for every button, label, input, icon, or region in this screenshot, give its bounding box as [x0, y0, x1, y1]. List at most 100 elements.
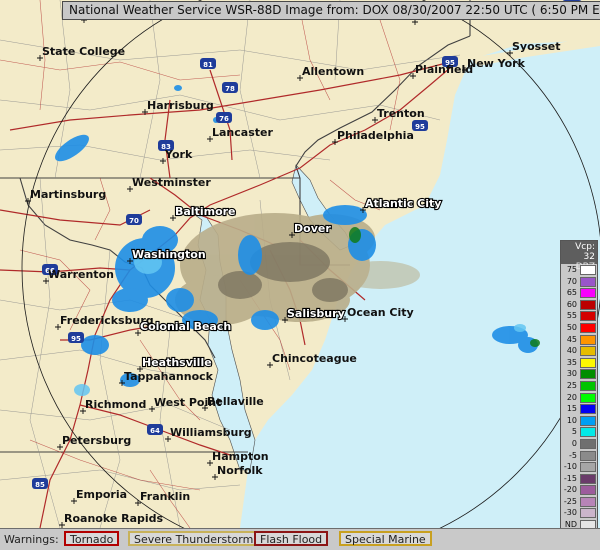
legend-color-swatch	[580, 427, 596, 438]
legend-header: Vcp: 32 DBZ	[561, 241, 597, 272]
legend-color-swatch	[580, 496, 596, 507]
city-label: Westminster	[132, 176, 211, 189]
legend-row: 75	[561, 264, 597, 276]
legend-row: -25	[561, 496, 597, 508]
legend-color-swatch	[580, 369, 596, 380]
legend-level-label: -10	[563, 462, 577, 472]
city-label: Petersburg	[62, 434, 131, 447]
legend-color-swatch	[580, 473, 596, 484]
highway-shield-label: 95	[71, 335, 81, 343]
city-label: Washington	[132, 248, 206, 261]
legend-level-label: 50	[566, 322, 577, 332]
city-label: Colonial Beach	[140, 320, 231, 333]
legend-color-swatch	[580, 322, 596, 333]
legend-level-label: 55	[566, 311, 577, 321]
legend-level-label: -20	[563, 485, 577, 495]
legend-color-swatch	[580, 392, 596, 403]
legend-row: -30	[561, 507, 597, 519]
legend-color-swatch	[580, 485, 596, 496]
city-label: Martinsburg	[30, 188, 106, 201]
legend-level-label: 0	[571, 438, 577, 448]
legend-level-label: 40	[566, 346, 577, 356]
city-label: Hampton	[212, 450, 269, 463]
legend-row: 30	[561, 368, 597, 380]
city-label: State College	[42, 45, 125, 58]
legend-color-swatch	[580, 276, 596, 287]
legend-color-swatch	[580, 334, 596, 345]
highway-shield-label: 78	[225, 85, 235, 93]
legend-row: 20	[561, 392, 597, 404]
warning-special-marine-button[interactable]: Special Marine	[339, 531, 432, 546]
warnings-label: Warnings:	[4, 533, 59, 546]
legend-level-label: 70	[566, 276, 577, 286]
legend-level-label: 60	[566, 299, 577, 309]
warning-tornado-button[interactable]: Tornado	[64, 531, 120, 546]
legend-vcp: Vcp: 32	[575, 242, 595, 262]
city-label: Dover	[294, 222, 331, 235]
city-label: Trenton	[377, 107, 425, 120]
legend-row: 5	[561, 426, 597, 438]
city-label: Syosset	[512, 40, 560, 53]
legend-level-label: 75	[566, 265, 577, 274]
legend-color-swatch	[580, 357, 596, 368]
highway-shield-label: 95	[415, 123, 425, 131]
legend-level-label: 30	[566, 369, 577, 379]
legend-row: 55	[561, 310, 597, 322]
legend-level-label: -5	[569, 450, 577, 460]
legend-row: -10	[561, 461, 597, 473]
legend-level-label: 20	[566, 392, 577, 402]
highway-shield-label: 64	[150, 427, 160, 435]
highway-shield-label: 70	[129, 217, 139, 225]
legend-row: 65	[561, 287, 597, 299]
legend-row: -5	[561, 450, 597, 462]
legend-color-swatch	[580, 462, 596, 473]
legend-row: 0	[561, 438, 597, 450]
reflectivity-legend: Vcp: 32 DBZ 7570656055504540353025201510…	[560, 240, 598, 542]
city-label: Williamsburg	[170, 426, 252, 439]
city-label: Heathsville	[142, 356, 212, 369]
warning-flash-flood-button[interactable]: Flash Flood	[254, 531, 329, 546]
legend-color-swatch	[580, 380, 596, 391]
city-marker: Ocean City	[342, 306, 414, 322]
legend-color-swatch	[580, 346, 596, 357]
legend-color-swatch	[580, 508, 596, 519]
city-label: New York	[467, 57, 526, 70]
city-label: Atlantic City	[365, 197, 441, 210]
legend-row: 25	[561, 380, 597, 392]
legend-row: 70	[561, 276, 597, 288]
city-label: York	[164, 148, 193, 161]
city-label: Ocean City	[347, 306, 414, 319]
city-label: Bellaville	[207, 395, 264, 408]
legend-level-label: 5	[571, 427, 577, 437]
city-label: Chincoteague	[272, 352, 357, 365]
legend-row: 45	[561, 334, 597, 346]
legend-row: -20	[561, 484, 597, 496]
image-title: National Weather Service WSR-88D Image f…	[62, 1, 600, 20]
legend-level-label: 10	[566, 415, 577, 425]
legend-color-swatch	[580, 404, 596, 415]
city-label: Salisbury	[287, 307, 345, 320]
warnings-bar: Warnings: Tornado Severe Thunderstorm Fl…	[0, 528, 600, 550]
city-label: Roanoke Rapids	[64, 512, 164, 525]
legend-row: 35	[561, 357, 597, 369]
legend-level-label: -30	[563, 508, 577, 518]
city-label: Plainfield	[415, 63, 473, 76]
legend-color-swatch	[580, 311, 596, 322]
legend-row: 15	[561, 403, 597, 415]
city-label: Warrenton	[48, 268, 114, 281]
legend-row: -15	[561, 473, 597, 485]
city-label: Tappahannock	[124, 370, 214, 383]
legend-row: 10	[561, 415, 597, 427]
radar-window: 81 78 76 95 83 70 66 95 64 85 95 287 Yor…	[0, 0, 600, 550]
highway-shield-label: 81	[203, 61, 213, 69]
legend-color-swatch	[580, 438, 596, 449]
legend-row: 60	[561, 299, 597, 311]
city-label: Allentown	[302, 65, 364, 78]
legend-color-swatch	[580, 288, 596, 299]
warning-severe-thunderstorm-button[interactable]: Severe Thunderstorm	[128, 531, 260, 546]
legend-color-swatch	[580, 265, 596, 275]
radar-map[interactable]: 81 78 76 95 83 70 66 95 64 85 95 287 Yor…	[0, 0, 600, 528]
city-label: Emporia	[76, 488, 127, 501]
legend-row: 50	[561, 322, 597, 334]
city-label: Harrisburg	[147, 99, 214, 112]
